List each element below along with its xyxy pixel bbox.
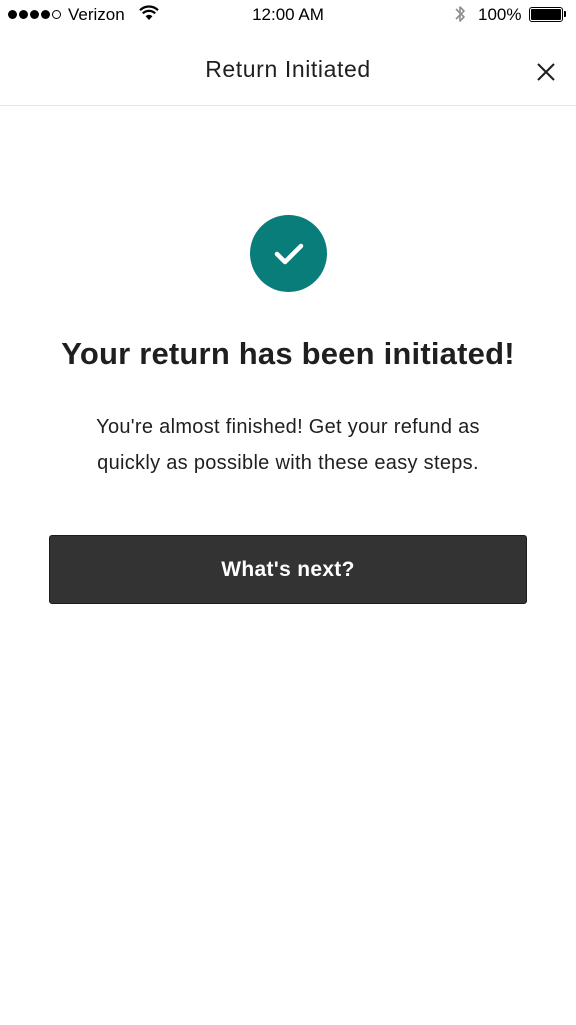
bluetooth-icon xyxy=(455,6,465,22)
screen: Verizon 12:00 AM 100% Return Initiated Y… xyxy=(0,0,576,1025)
battery-nub xyxy=(564,11,566,17)
battery-percent: 100% xyxy=(478,5,522,24)
confirmation-headline: Your return has been initiated! xyxy=(61,336,515,371)
status-bar: Verizon 12:00 AM 100% xyxy=(0,0,576,30)
header: Return Initiated xyxy=(0,30,576,106)
close-icon[interactable] xyxy=(532,58,560,86)
checkmark-icon xyxy=(274,243,303,264)
battery-icon xyxy=(529,7,563,22)
confirmation-subtext: You're almost finished! Get your refund … xyxy=(96,416,480,474)
battery-level-fill xyxy=(531,9,561,20)
page-title: Return Initiated xyxy=(205,56,371,82)
whats-next-button[interactable]: What's next? xyxy=(49,535,527,604)
success-badge xyxy=(250,215,327,292)
